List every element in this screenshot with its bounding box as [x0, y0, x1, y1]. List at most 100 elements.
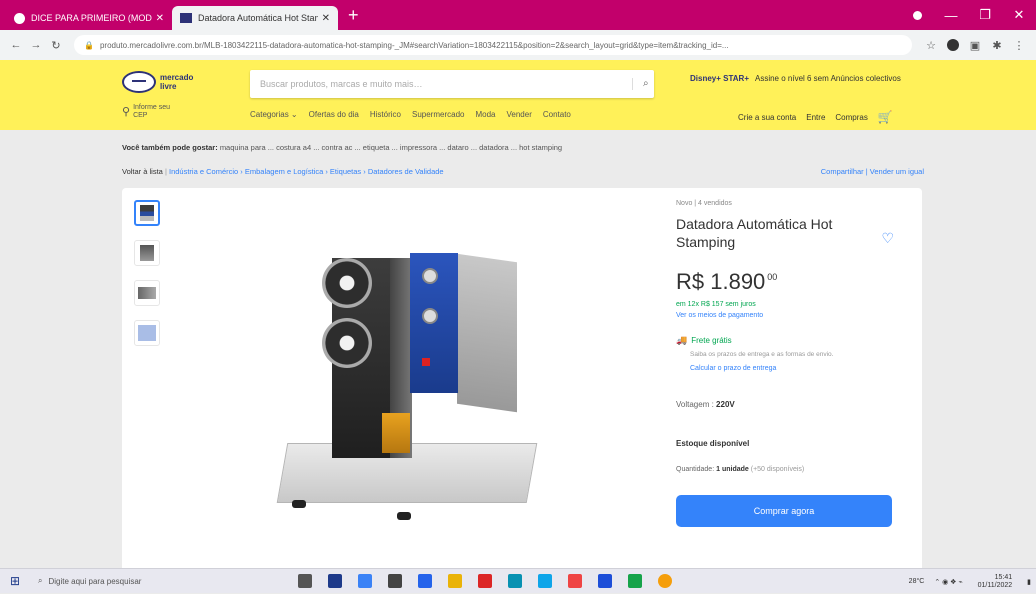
ribbon-roll: [322, 318, 372, 368]
buy-now-button[interactable]: Comprar agora: [676, 495, 892, 527]
maximize-button[interactable]: ❐: [968, 7, 1002, 23]
nav-ofertas[interactable]: Ofertas do dia: [309, 110, 359, 119]
new-tab-button[interactable]: +: [348, 5, 359, 26]
clock-time: 15:41: [994, 573, 1013, 581]
search-input[interactable]: Buscar produtos, marcas e muito mais…: [260, 79, 632, 89]
related-label: Você também pode gostar:: [122, 143, 218, 152]
share-links[interactable]: Compartilhar | Vender um igual: [821, 167, 924, 176]
chrome-icon[interactable]: [658, 574, 672, 588]
machine-knob: [422, 308, 438, 324]
payment-methods-link[interactable]: Ver os meios de pagamento: [676, 312, 908, 319]
installments-text: em 12x R$ 157 sem juros: [676, 301, 756, 308]
account-avatar[interactable]: [947, 39, 959, 51]
nav-contato[interactable]: Contato: [543, 110, 571, 119]
lock-icon: 🔒: [84, 40, 94, 50]
edge-icon[interactable]: [538, 574, 552, 588]
thumbnail-image: [140, 245, 154, 261]
product-main-image[interactable]: [272, 238, 552, 528]
stock-status: Estoque disponível: [676, 439, 750, 448]
product-title: Datadora Automática Hot Stamping: [676, 216, 833, 250]
quantity-available: (+50 disponíveis): [750, 466, 805, 473]
related-items[interactable]: maquina para ... costura a4 ... contra a…: [220, 143, 562, 152]
menu-icon[interactable]: ⋮: [1008, 39, 1030, 52]
create-account-link[interactable]: Crie a sua conta: [738, 113, 796, 122]
tab-favicon-icon: [180, 13, 192, 23]
app-icon[interactable]: [358, 574, 372, 588]
browser-tab-active[interactable]: Datadora Automática Hot Stamp... ✕: [172, 6, 338, 30]
thumbnail[interactable]: [134, 240, 160, 266]
cep-selector[interactable]: ⚲ Informe seu CEP: [122, 104, 170, 120]
mercado-livre-logo[interactable]: mercado livre: [122, 68, 214, 96]
folder-icon[interactable]: [448, 574, 462, 588]
login-link[interactable]: Entre: [806, 113, 825, 122]
close-tab-icon[interactable]: ✕: [322, 13, 330, 24]
browser-tab[interactable]: DICE PARA PRIMEIRO (MOD(1)... ✕: [6, 6, 172, 30]
shipping-note: Saiba os prazos de entrega e as formas d…: [690, 351, 834, 358]
promo-text: Assine o nível 6 sem Anúncios colectivos: [754, 74, 901, 83]
store-icon[interactable]: [388, 574, 402, 588]
search-bar[interactable]: Buscar produtos, marcas e muito mais… ⌕: [250, 70, 654, 98]
thumbnail-gallery: [134, 200, 160, 360]
extension-icon[interactable]: ▣: [964, 39, 986, 52]
favorite-heart-icon[interactable]: ♡: [881, 230, 894, 247]
logo-text: mercado livre: [160, 73, 193, 91]
machine-red-button: [422, 358, 430, 366]
nav-moda[interactable]: Moda: [475, 110, 495, 119]
machine-foot: [397, 512, 411, 520]
app-icon[interactable]: [508, 574, 522, 588]
quantity-selector[interactable]: Quantidade: 1 unidade (+50 disponíveis): [676, 466, 908, 473]
calculate-shipping-link[interactable]: Calcular o prazo de entrega: [690, 365, 908, 372]
reload-button[interactable]: ↻: [46, 39, 66, 52]
weather-temp[interactable]: 28°C: [909, 578, 925, 585]
product-card: Novo | 4 vendidos Datadora Automática Ho…: [122, 188, 922, 578]
app-icon[interactable]: [568, 574, 582, 588]
taskbar-search-placeholder: Digite aqui para pesquisar: [48, 576, 142, 586]
notification-icon[interactable]: ▮: [1027, 578, 1031, 586]
star-icon[interactable]: ☆: [920, 39, 942, 52]
purchases-link[interactable]: Compras: [835, 113, 867, 122]
quantity-label: Quantidade:: [676, 466, 715, 473]
voltage-selector[interactable]: Voltagem : 220V: [676, 400, 908, 409]
back-to-list-link[interactable]: Voltar à lista: [122, 167, 163, 176]
widgets-icon[interactable]: [328, 574, 342, 588]
thumbnail[interactable]: [134, 280, 160, 306]
mail-icon[interactable]: [418, 574, 432, 588]
nav-supermercado[interactable]: Supermercado: [412, 110, 464, 119]
clock[interactable]: 15:41 01/11/2022: [973, 574, 1018, 590]
search-icon[interactable]: ⌕: [632, 78, 649, 90]
cart-icon[interactable]: 🛒: [878, 110, 893, 124]
truck-icon: 🚚: [676, 335, 688, 345]
windows-taskbar: ⊞ ⌕ Digite aqui para pesquisar 28°C ⌃ ◉ …: [0, 568, 1036, 593]
forward-button[interactable]: →: [26, 39, 46, 51]
word-icon[interactable]: [598, 574, 612, 588]
thumbnail-image: [138, 287, 156, 299]
puzzle-icon[interactable]: ✱: [986, 39, 1008, 52]
tab-title: DICE PARA PRIMEIRO (MOD(1)...: [31, 13, 152, 23]
clock-date: 01/11/2022: [977, 581, 1013, 589]
close-tab-icon[interactable]: ✕: [156, 13, 164, 24]
excel-icon[interactable]: [628, 574, 642, 588]
close-window-button[interactable]: ✕: [1002, 7, 1036, 23]
task-view-icon[interactable]: [298, 574, 312, 588]
taskbar-apps: [290, 574, 680, 588]
profile-icon[interactable]: [900, 8, 934, 23]
minimize-button[interactable]: —: [934, 8, 968, 23]
price-cents: 00: [767, 272, 778, 282]
promo-brand: Disney+ STAR+: [690, 74, 749, 83]
back-button[interactable]: ←: [6, 39, 26, 51]
promo-banner[interactable]: Disney+ STAR+ Assine o nível 6 sem Anúnc…: [690, 74, 901, 83]
related-searches: Você também pode gostar: maquina para ..…: [122, 143, 562, 152]
thumbnail[interactable]: [134, 320, 160, 346]
thumbnail[interactable]: [134, 200, 160, 226]
logo-word-2: livre: [160, 82, 177, 91]
breadcrumb-path[interactable]: Indústria e Comércio › Embalagem e Logís…: [169, 167, 444, 176]
nav-historico[interactable]: Histórico: [370, 110, 401, 119]
pdf-icon[interactable]: [478, 574, 492, 588]
shipping-title: Frete grátis: [691, 336, 732, 345]
taskbar-search[interactable]: ⌕ Digite aqui para pesquisar: [30, 572, 210, 591]
url-input[interactable]: 🔒 produto.mercadolivre.com.br/MLB-180342…: [74, 35, 912, 55]
tray-icons[interactable]: ⌃ ◉ ❖ ⌁: [934, 578, 962, 586]
nav-categorias[interactable]: Categorias ⌄: [250, 110, 298, 119]
windows-start-icon[interactable]: ⊞: [0, 574, 30, 588]
nav-vender[interactable]: Vender: [507, 110, 532, 119]
